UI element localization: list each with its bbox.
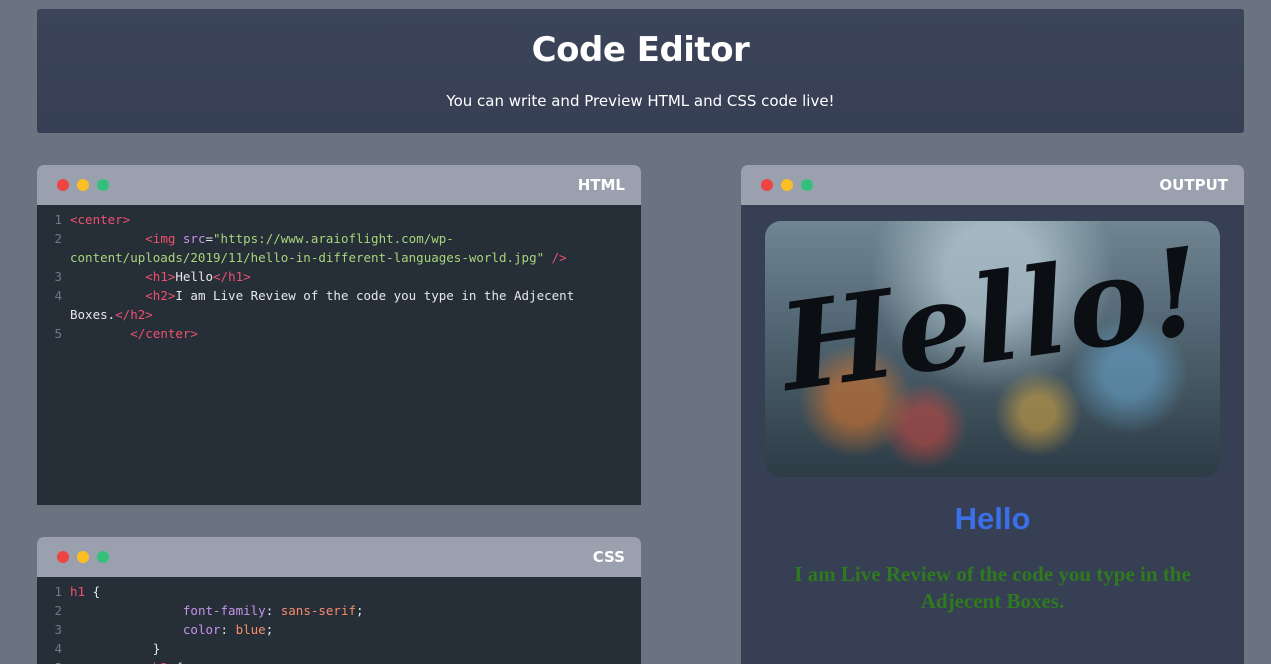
minimize-dot-icon[interactable] — [77, 179, 89, 191]
line-number: 4 — [54, 288, 62, 303]
line-number: 3 — [54, 269, 62, 284]
close-dot-icon[interactable] — [57, 551, 69, 563]
line-number: 5 — [37, 658, 70, 664]
maximize-dot-icon[interactable] — [97, 179, 109, 191]
line-number: 2 — [54, 231, 62, 246]
html-editor-title: HTML — [577, 176, 625, 194]
css-code-editor[interactable]: 1 h1 { 2 font-family: sans-serif; 3 color… — [37, 577, 641, 664]
css-editor-titlebar: CSS — [37, 537, 641, 577]
code-text: <h2>I am Live Review of the code you typ… — [70, 288, 582, 322]
line-number: 2 — [54, 603, 62, 618]
output-panel: OUTPUT Hello! Hello I am Live Review of … — [741, 165, 1244, 664]
code-line: 1 <center> — [37, 210, 641, 229]
line-number: 1 — [54, 584, 62, 599]
html-editor-panel: HTML 1 <center> 2 <img src="https://www.a… — [37, 165, 641, 505]
code-text: <h1>Hello</h1> — [145, 269, 251, 284]
code-line: 4 } — [37, 639, 641, 658]
minimize-dot-icon[interactable] — [781, 179, 793, 191]
code-line: 5 h2 { — [37, 658, 641, 664]
line-number: 4 — [54, 641, 62, 656]
maximize-dot-icon[interactable] — [97, 551, 109, 563]
close-dot-icon[interactable] — [57, 179, 69, 191]
code-line: 4 <h2>I am Live Review of the code you t… — [37, 286, 641, 324]
hello-image-text: Hello! — [771, 221, 1214, 419]
html-code-editor[interactable]: 1 <center> 2 <img src="https://www.araiof… — [37, 205, 641, 505]
code-text: <center> — [70, 212, 131, 227]
page-subtitle: You can write and Preview HTML and CSS c… — [446, 92, 835, 110]
code-text: </center> — [130, 326, 198, 341]
line-number: 3 — [54, 622, 62, 637]
maximize-dot-icon[interactable] — [801, 179, 813, 191]
code-line: 2 <img src="https://www.araioflight.com/… — [37, 229, 641, 267]
window-controls — [57, 551, 109, 563]
html-editor-titlebar: HTML — [37, 165, 641, 205]
output-preview: Hello! Hello I am Live Review of the cod… — [741, 205, 1244, 664]
minimize-dot-icon[interactable] — [77, 551, 89, 563]
window-controls — [57, 179, 109, 191]
code-text: h1 { — [70, 584, 101, 599]
window-controls — [761, 179, 813, 191]
output-heading: Hello — [954, 501, 1031, 536]
page-title: Code Editor — [531, 30, 750, 70]
output-title: OUTPUT — [1159, 176, 1228, 194]
css-editor-panel: CSS 1 h1 { 2 font-family: sans-serif; 3 c… — [37, 537, 641, 664]
css-editor-title: CSS — [592, 548, 625, 566]
code-text: <img src="https://www.araioflight.com/wp… — [70, 231, 567, 265]
hello-image: Hello! — [765, 221, 1220, 477]
page-header: Code Editor You can write and Preview HT… — [37, 9, 1244, 133]
code-text: font-family: sans-serif; — [182, 603, 364, 618]
code-line: 3 color: blue; — [37, 620, 641, 639]
close-dot-icon[interactable] — [761, 179, 773, 191]
code-line: 3 <h1>Hello</h1> — [37, 267, 641, 286]
code-line: 2 font-family: sans-serif; — [37, 601, 641, 620]
code-text: h2 { — [70, 658, 641, 664]
code-line: 5 </center> — [37, 324, 641, 343]
code-line: 1 h1 { — [37, 582, 641, 601]
line-number: 1 — [54, 212, 62, 227]
output-subheading: I am Live Review of the code you type in… — [794, 562, 1191, 613]
line-number: 5 — [54, 326, 62, 341]
code-text: } — [70, 641, 161, 656]
code-text: color: blue; — [182, 622, 274, 637]
output-titlebar: OUTPUT — [741, 165, 1244, 205]
